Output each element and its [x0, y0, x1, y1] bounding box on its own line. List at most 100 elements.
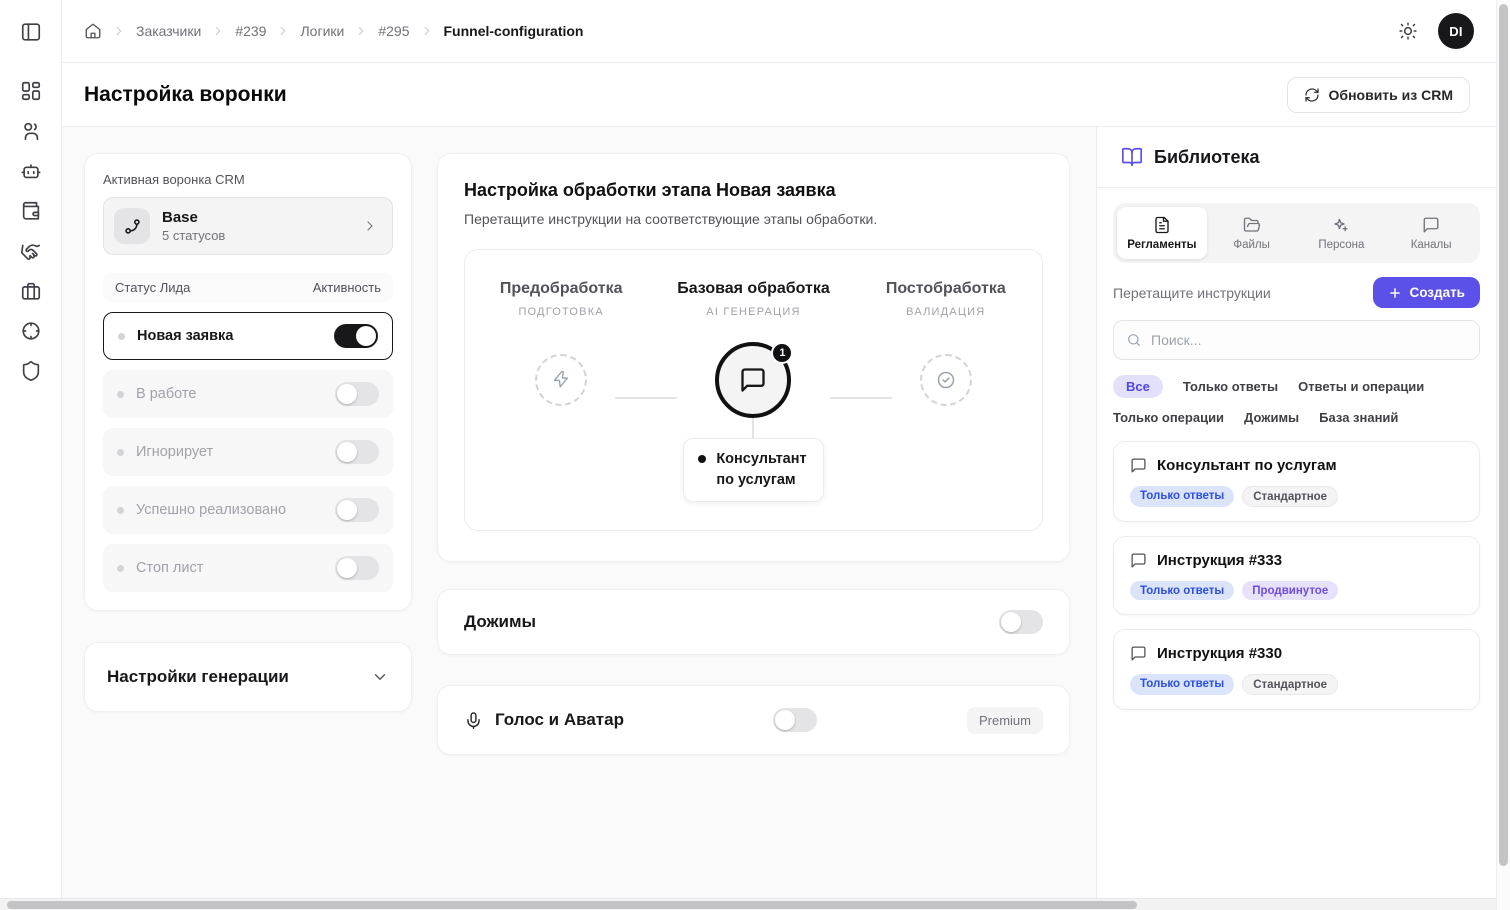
funnel-select[interactable]: Base 5 статусов: [103, 197, 393, 255]
status-toggle[interactable]: [334, 324, 378, 348]
instruction-card[interactable]: Инструкция #333 Только ответы Продвинуто…: [1113, 536, 1480, 615]
vertical-scrollbar-thumb[interactable]: [1499, 4, 1508, 866]
main-content: Активная воронка CRM Base 5 статусов Ста…: [62, 127, 1096, 898]
search-input[interactable]: [1151, 332, 1467, 348]
tab-faily[interactable]: Файлы: [1207, 207, 1297, 259]
instruction-name-line2: по услугам: [716, 470, 806, 491]
dashboard-icon[interactable]: [19, 79, 43, 103]
status-label: Игнорирует: [136, 444, 213, 460]
breadcrumb-item[interactable]: #239: [235, 23, 266, 39]
breadcrumb-item[interactable]: Заказчики: [136, 23, 201, 39]
filter-baza-znaniy[interactable]: База знаний: [1319, 410, 1398, 425]
refresh-button-label: Обновить из CRM: [1329, 87, 1453, 103]
status-dot: [117, 565, 124, 572]
stage-subtitle: ПОДГОТОВКА: [518, 306, 603, 318]
status-toggle[interactable]: [335, 498, 379, 522]
status-row-novaya-zayavka[interactable]: Новая заявка: [103, 312, 393, 360]
chat-bubble-icon: [1130, 457, 1147, 474]
plus-icon: [1388, 286, 1402, 300]
horizontal-scrollbar-thumb[interactable]: [7, 901, 1137, 909]
active-funnel-panel: Активная воронка CRM Base 5 статусов Ста…: [84, 153, 412, 611]
generation-settings-accordion[interactable]: Настройки генерации: [84, 642, 412, 712]
status-toggle[interactable]: [335, 556, 379, 580]
status-row-v-rabote[interactable]: В работе: [103, 370, 393, 418]
breadcrumb-current: Funnel-configuration: [444, 23, 584, 39]
user-avatar[interactable]: DI: [1438, 13, 1474, 49]
library-search[interactable]: [1113, 320, 1480, 360]
library-header: Библиотека: [1097, 127, 1496, 188]
filter-tolko-otvety[interactable]: Только ответы: [1183, 379, 1278, 394]
filter-dozhimy[interactable]: Дожимы: [1244, 410, 1299, 425]
create-button-label: Создать: [1409, 285, 1465, 300]
status-label: Стоп лист: [136, 560, 203, 576]
refresh-from-crm-button[interactable]: Обновить из CRM: [1287, 77, 1470, 113]
tab-kanaly[interactable]: Каналы: [1386, 207, 1476, 259]
chevron-right-icon: [211, 24, 225, 38]
breadcrumb: Заказчики #239 Логики #295 Funnel-config…: [84, 22, 583, 40]
chat-bubble-icon: [1130, 552, 1147, 569]
page-title-bar: Настройка воронки Обновить из CRM: [62, 63, 1496, 127]
stage-title: Базовая обработка: [677, 280, 830, 298]
library-panel: Библиотека Регламенты Файлы Персона Кана…: [1096, 127, 1496, 898]
type-badge: Только ответы: [1130, 674, 1234, 695]
shield-icon[interactable]: [19, 359, 43, 383]
type-badge: Только ответы: [1130, 581, 1234, 600]
refresh-icon: [1304, 87, 1320, 103]
users-icon[interactable]: [19, 119, 43, 143]
attached-instruction-chip[interactable]: Консультант по услугам: [683, 438, 823, 502]
tab-persona[interactable]: Персона: [1297, 207, 1387, 259]
vertical-scrollbar[interactable]: [1496, 0, 1510, 910]
instruction-card[interactable]: Консультант по услугам Только ответы Ста…: [1113, 441, 1480, 522]
sidebar-toggle-icon[interactable]: [19, 20, 43, 44]
funnel-panel-label: Активная воронка CRM: [103, 172, 393, 187]
stage-subtitle: ВАЛИДАЦИЯ: [906, 306, 985, 318]
status-column-label: Статус Лида: [115, 280, 190, 295]
filter-tolko-operacii[interactable]: Только операции: [1113, 410, 1224, 425]
tab-reglamenty[interactable]: Регламенты: [1117, 207, 1207, 259]
briefcase-icon[interactable]: [19, 279, 43, 303]
breadcrumb-item[interactable]: #295: [378, 23, 409, 39]
node-connector-line: [752, 418, 754, 438]
chevron-right-icon: [112, 24, 126, 38]
theme-toggle-sun-icon[interactable]: [1398, 21, 1418, 41]
pipeline-connector-line: [830, 397, 892, 399]
status-toggle[interactable]: [335, 440, 379, 464]
status-toggle[interactable]: [335, 382, 379, 406]
wallet-icon[interactable]: [19, 199, 43, 223]
create-button[interactable]: Создать: [1373, 277, 1480, 308]
bot-icon[interactable]: [19, 159, 43, 183]
funnel-name: Base: [162, 209, 225, 228]
home-icon[interactable]: [84, 22, 102, 40]
base-processing-node[interactable]: 1: [715, 342, 791, 418]
handshake-icon[interactable]: [19, 239, 43, 263]
stage-base-processing: Базовая обработка AI ГЕНЕРАЦИЯ 1 Консуль…: [657, 280, 849, 502]
postprocessing-dropzone[interactable]: [920, 354, 972, 406]
file-text-icon: [1153, 216, 1171, 234]
preprocessing-dropzone[interactable]: [535, 354, 587, 406]
check-circle-icon: [936, 370, 956, 390]
lightning-icon: [551, 370, 571, 390]
target-icon[interactable]: [19, 319, 43, 343]
status-dot: [117, 449, 124, 456]
voice-avatar-toggle[interactable]: [773, 708, 817, 732]
voice-avatar-card: Голос и Аватар Premium: [437, 685, 1070, 755]
chat-bubble-icon: [739, 366, 767, 394]
stage-title: Предобработка: [500, 280, 623, 298]
status-row-ignoriruet[interactable]: Игнорирует: [103, 428, 393, 476]
status-row-stop-list[interactable]: Стоп лист: [103, 544, 393, 592]
library-title: Библиотека: [1154, 147, 1260, 168]
status-row-uspeshno[interactable]: Успешно реализовано: [103, 486, 393, 534]
instruction-card[interactable]: Инструкция #330 Только ответы Стандартно…: [1113, 629, 1480, 710]
filter-otvety-i-operacii[interactable]: Ответы и операции: [1298, 379, 1424, 394]
generation-settings-title: Настройки генерации: [107, 667, 289, 687]
dozhimy-card: Дожимы: [437, 589, 1070, 655]
instruction-list: Консультант по услугам Только ответы Ста…: [1113, 441, 1480, 710]
stage-title: Постобработка: [886, 280, 1006, 298]
filter-vse[interactable]: Все: [1113, 375, 1163, 398]
stage-subtitle: AI ГЕНЕРАЦИЯ: [706, 306, 800, 318]
dozhimy-toggle[interactable]: [999, 610, 1043, 634]
horizontal-scrollbar[interactable]: [0, 898, 1496, 910]
sparkles-icon: [1332, 216, 1350, 234]
breadcrumb-item[interactable]: Логики: [300, 23, 344, 39]
stage-editor-card: Настройка обработки этапа Новая заявка П…: [437, 153, 1070, 562]
